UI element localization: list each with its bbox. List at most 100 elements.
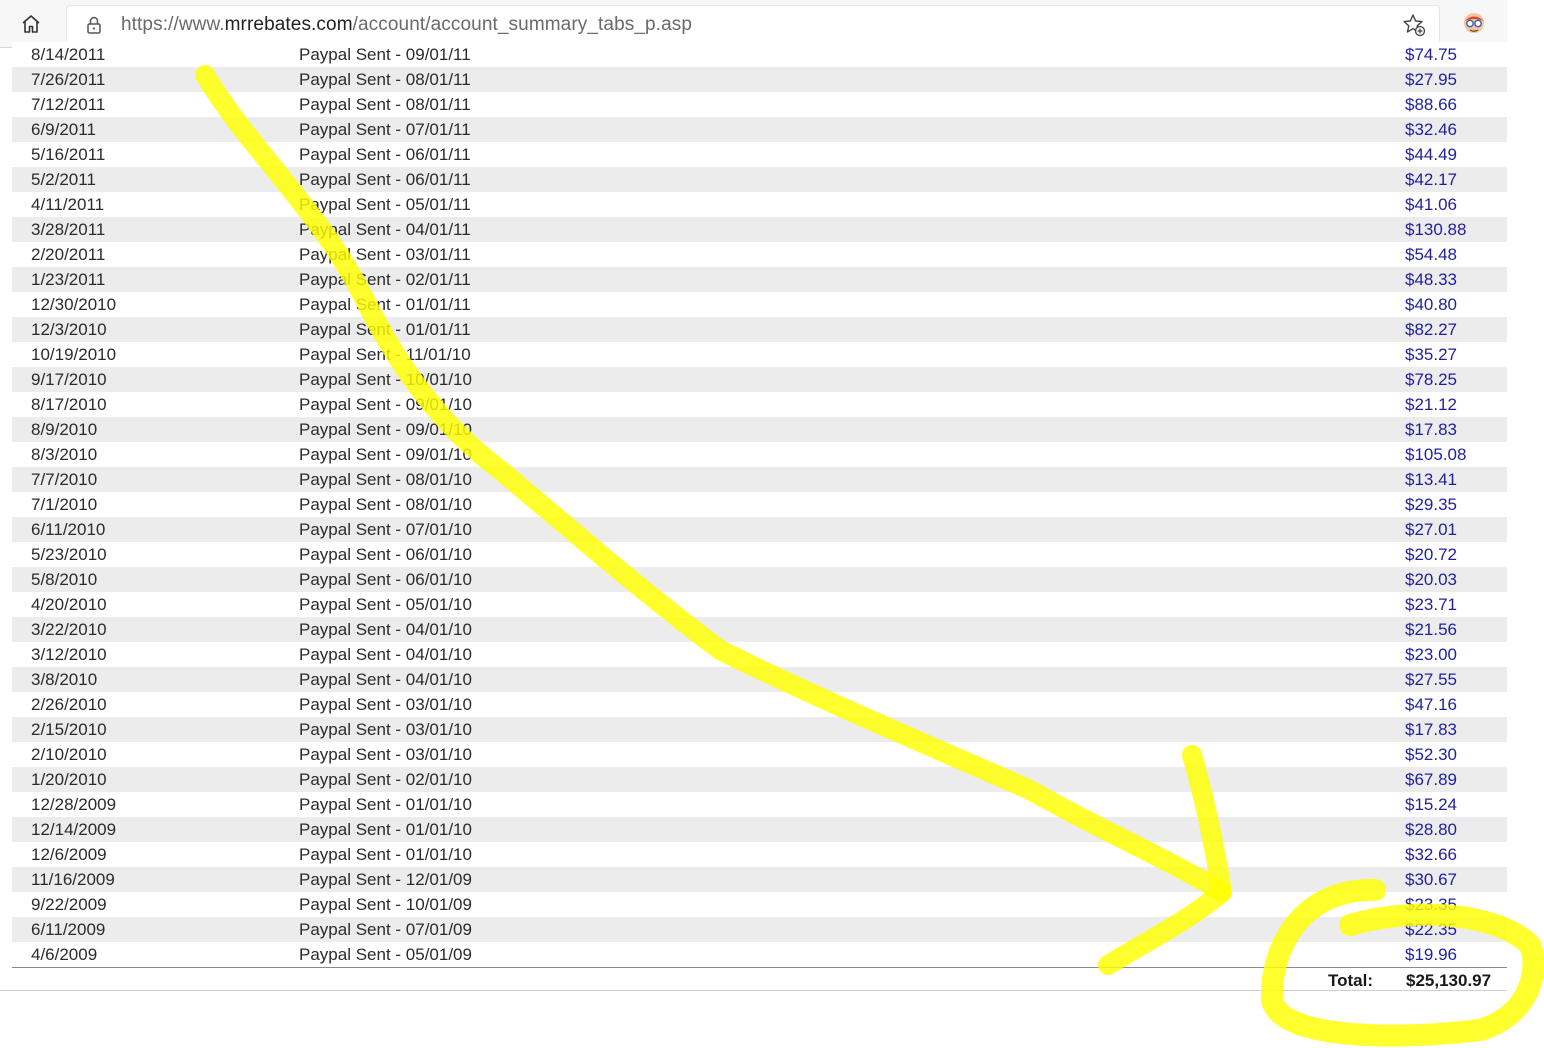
row-date: 1/20/2010	[31, 770, 107, 789]
row-description: Paypal Sent - 06/01/10	[299, 570, 472, 589]
row-amount-link[interactable]: $105.08	[1405, 445, 1466, 464]
row-amount-link[interactable]: $17.83	[1405, 420, 1457, 439]
row-amount-link[interactable]: $40.80	[1405, 295, 1457, 314]
row-amount-link[interactable]: $22.35	[1405, 920, 1457, 939]
row-amount-link[interactable]: $29.35	[1405, 495, 1457, 514]
row-description-cell: Paypal Sent - 09/01/10	[299, 442, 1405, 467]
row-description-cell: Paypal Sent - 05/01/09	[299, 942, 1405, 967]
row-amount-link-cell: $27.95	[1405, 67, 1507, 92]
address-bar[interactable]: https://www.mrrebates.com/account/accoun…	[66, 5, 1440, 44]
row-date: 6/11/2009	[31, 920, 106, 939]
row-amount-link[interactable]: $27.01	[1405, 520, 1457, 539]
table-row: 8/3/2010 Paypal Sent - 09/01/10 $105.08	[12, 442, 1507, 467]
row-date: 6/11/2010	[31, 520, 106, 539]
row-description-cell: Paypal Sent - 03/01/10	[299, 717, 1405, 742]
row-date-cell: 7/7/2010	[12, 467, 299, 492]
row-amount-link[interactable]: $23.71	[1405, 595, 1457, 614]
table-row: 8/17/2010 Paypal Sent - 09/01/10 $21.12	[12, 392, 1507, 417]
row-amount-link[interactable]: $30.67	[1405, 870, 1457, 889]
row-description: Paypal Sent - 04/01/10	[299, 670, 472, 689]
table-row: 12/14/2009 Paypal Sent - 01/01/10 $28.80	[12, 817, 1507, 842]
row-date-cell: 6/11/2009	[12, 917, 299, 942]
row-amount-link-cell: $15.24	[1405, 792, 1507, 817]
lock-icon[interactable]	[83, 14, 105, 36]
row-amount-link-cell: $44.49	[1405, 142, 1507, 167]
row-date-cell: 2/26/2010	[12, 692, 299, 717]
row-date: 4/11/2011	[31, 195, 105, 214]
row-amount-link[interactable]: $82.27	[1405, 320, 1457, 339]
row-amount-link-cell: $30.67	[1405, 867, 1507, 892]
home-button[interactable]	[14, 8, 48, 40]
row-amount-link[interactable]: $20.72	[1405, 545, 1457, 564]
row-amount-link[interactable]: $74.75	[1405, 45, 1457, 64]
row-amount-link[interactable]: $52.30	[1405, 745, 1457, 764]
row-amount-link[interactable]: $21.12	[1405, 395, 1457, 414]
row-amount-link-cell: $67.89	[1405, 767, 1507, 792]
row-description-cell: Paypal Sent - 06/01/11	[299, 142, 1405, 167]
url-text[interactable]: https://www.mrrebates.com/account/accoun…	[121, 14, 692, 36]
row-amount-link[interactable]: $23.35	[1405, 895, 1457, 914]
row-description-cell: Paypal Sent - 02/01/11	[299, 267, 1405, 292]
row-amount-link[interactable]: $17.83	[1405, 720, 1457, 739]
row-amount-link[interactable]: $23.00	[1405, 645, 1457, 664]
row-description-cell: Paypal Sent - 01/01/11	[299, 317, 1405, 342]
row-description-cell: Paypal Sent - 03/01/10	[299, 692, 1405, 717]
row-date: 2/15/2010	[31, 720, 107, 739]
row-amount-link[interactable]: $27.55	[1405, 670, 1457, 689]
row-amount-link[interactable]: $15.24	[1405, 795, 1457, 814]
row-amount-link-cell: $22.35	[1405, 917, 1507, 942]
table-row: 9/22/2009 Paypal Sent - 10/01/09 $23.35	[12, 892, 1507, 917]
row-description-cell: Paypal Sent - 10/01/09	[299, 892, 1405, 917]
row-amount-link[interactable]: $130.88	[1405, 220, 1466, 239]
row-date: 8/14/2011	[31, 45, 106, 64]
row-amount-link[interactable]: $54.48	[1405, 245, 1457, 264]
row-description: Paypal Sent - 01/01/10	[299, 845, 472, 864]
row-amount-link-cell: $52.30	[1405, 742, 1507, 767]
row-amount-link[interactable]: $13.41	[1405, 470, 1457, 489]
row-amount-link[interactable]: $41.06	[1405, 195, 1457, 214]
row-date: 3/8/2010	[31, 670, 98, 689]
add-favorite-star-icon[interactable]	[1401, 12, 1427, 38]
row-amount-link-cell: $54.48	[1405, 242, 1507, 267]
row-date-cell: 4/20/2010	[12, 592, 299, 617]
row-amount-link[interactable]: $35.27	[1405, 345, 1457, 364]
row-amount-link-cell: $40.80	[1405, 292, 1507, 317]
row-date: 5/16/2011	[31, 145, 106, 164]
row-amount-link[interactable]: $48.33	[1405, 270, 1457, 289]
row-amount-link[interactable]: $27.95	[1405, 70, 1457, 89]
table-row: 8/9/2010 Paypal Sent - 09/01/10 $17.83	[12, 417, 1507, 442]
row-date: 7/26/2011	[31, 70, 106, 89]
row-amount-link[interactable]: $21.56	[1405, 620, 1457, 639]
row-description: Paypal Sent - 12/01/09	[299, 870, 472, 889]
row-date: 12/3/2010	[31, 320, 107, 339]
row-date-cell: 1/23/2011	[12, 267, 299, 292]
row-date: 2/10/2010	[31, 745, 107, 764]
row-amount-link[interactable]: $28.80	[1405, 820, 1457, 839]
row-date-cell: 7/12/2011	[12, 92, 299, 117]
row-amount-link-cell: $17.83	[1405, 717, 1507, 742]
table-row: 4/20/2010 Paypal Sent - 05/01/10 $23.71	[12, 592, 1507, 617]
row-amount-link[interactable]: $19.96	[1405, 945, 1457, 964]
table-row: 12/30/2010 Paypal Sent - 01/01/11 $40.80	[12, 292, 1507, 317]
url-host: mrrebates.com	[224, 14, 353, 35]
row-date-cell: 3/22/2010	[12, 617, 299, 642]
row-amount-link[interactable]: $42.17	[1405, 170, 1457, 189]
row-amount-link[interactable]: $47.16	[1405, 695, 1457, 714]
row-amount-link-cell: $21.56	[1405, 617, 1507, 642]
row-amount-link[interactable]: $88.66	[1405, 95, 1457, 114]
row-amount-link[interactable]: $32.66	[1405, 845, 1457, 864]
row-description-cell: Paypal Sent - 07/01/10	[299, 517, 1405, 542]
row-description-cell: Paypal Sent - 03/01/11	[299, 242, 1405, 267]
row-amount-link[interactable]: $32.46	[1405, 120, 1457, 139]
row-date-cell: 12/3/2010	[12, 317, 299, 342]
table-row: 2/10/2010 Paypal Sent - 03/01/10 $52.30	[12, 742, 1507, 767]
payment-history-table: 8/14/2011 Paypal Sent - 09/01/11 $74.75 7/2…	[12, 42, 1507, 967]
profile-button[interactable]	[1460, 9, 1488, 37]
row-date-cell: 4/11/2011	[12, 192, 299, 217]
row-amount-link[interactable]: $20.03	[1405, 570, 1457, 589]
table-row: 2/15/2010 Paypal Sent - 03/01/10 $17.83	[12, 717, 1507, 742]
row-amount-link[interactable]: $67.89	[1405, 770, 1457, 789]
row-amount-link[interactable]: $44.49	[1405, 145, 1457, 164]
table-row: 3/8/2010 Paypal Sent - 04/01/10 $27.55	[12, 667, 1507, 692]
row-amount-link[interactable]: $78.25	[1405, 370, 1457, 389]
